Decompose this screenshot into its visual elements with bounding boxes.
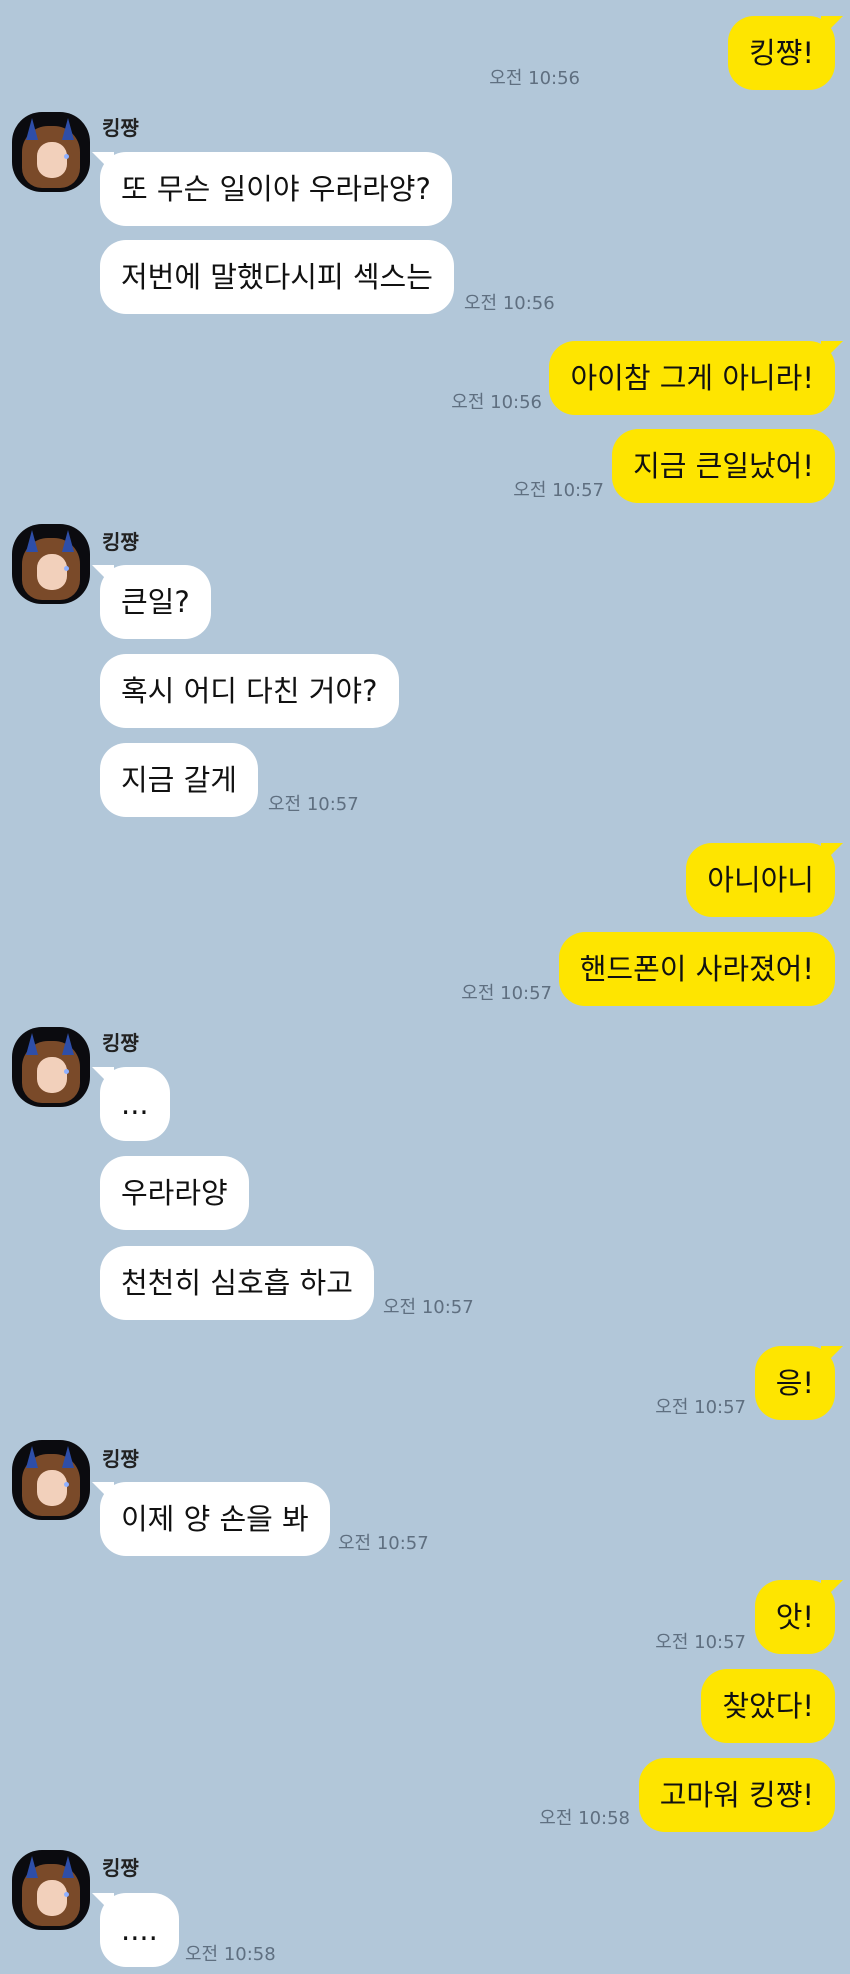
contact-name: 킹쨩 <box>102 1447 139 1471</box>
message-time: 오전 10:56 <box>451 392 542 413</box>
contact-name: 킹쨩 <box>102 116 139 140</box>
message-time: 오전 10:57 <box>655 1397 746 1418</box>
message-bubble-received[interactable]: 우라라양 <box>100 1156 249 1230</box>
contact-avatar[interactable] <box>12 1440 90 1520</box>
message-time: 오전 10:56 <box>464 293 555 314</box>
message-bubble-sent[interactable]: 찾았다! <box>701 1669 835 1743</box>
message-bubble-received[interactable]: 저번에 말했다시피 섹스는 <box>100 240 454 314</box>
contact-name: 킹쨩 <box>102 1856 139 1880</box>
message-time: 오전 10:56 <box>489 68 580 89</box>
contact-name: 킹쨩 <box>102 1031 139 1055</box>
message-bubble-received[interactable]: 혹시 어디 다친 거야? <box>100 654 399 728</box>
message-bubble-sent[interactable]: 앗! <box>754 1580 835 1654</box>
message-bubble-received[interactable]: 또 무슨 일이야 우라라양? <box>100 152 452 226</box>
contact-name: 킹쨩 <box>102 530 139 554</box>
message-bubble-received[interactable]: .... <box>100 1893 179 1967</box>
message-time: 오전 10:57 <box>655 1632 746 1653</box>
message-bubble-received[interactable]: 이제 양 손을 봐 <box>100 1482 330 1556</box>
message-bubble-sent[interactable]: 지금 큰일났어! <box>612 429 835 503</box>
message-bubble-sent[interactable]: 핸드폰이 사라졌어! <box>558 932 835 1006</box>
contact-avatar[interactable] <box>12 524 90 604</box>
contact-avatar[interactable] <box>12 1850 90 1930</box>
message-time: 오전 10:58 <box>539 1808 630 1829</box>
message-bubble-received[interactable]: 큰일? <box>100 565 211 639</box>
message-time: 오전 10:57 <box>461 983 552 1004</box>
message-time: 오전 10:57 <box>513 480 604 501</box>
message-bubble-received[interactable]: 천천히 심호흡 하고 <box>100 1246 374 1320</box>
message-bubble-sent[interactable]: 응! <box>754 1346 835 1420</box>
message-bubble-received[interactable]: ... <box>100 1067 170 1141</box>
message-time: 오전 10:57 <box>338 1533 429 1554</box>
message-bubble-received[interactable]: 지금 갈게 <box>100 743 258 817</box>
contact-avatar[interactable] <box>12 112 90 192</box>
message-time: 오전 10:58 <box>185 1944 276 1965</box>
message-bubble-sent[interactable]: 고마워 킹쨩! <box>638 1758 835 1832</box>
message-time: 오전 10:57 <box>383 1297 474 1318</box>
contact-avatar[interactable] <box>12 1027 90 1107</box>
message-bubble-sent[interactable]: 아니아니 <box>686 843 835 917</box>
message-bubble-sent[interactable]: 킹쨩! <box>728 16 835 90</box>
message-bubble-sent[interactable]: 아이참 그게 아니라! <box>549 341 835 415</box>
message-time: 오전 10:57 <box>268 794 359 815</box>
